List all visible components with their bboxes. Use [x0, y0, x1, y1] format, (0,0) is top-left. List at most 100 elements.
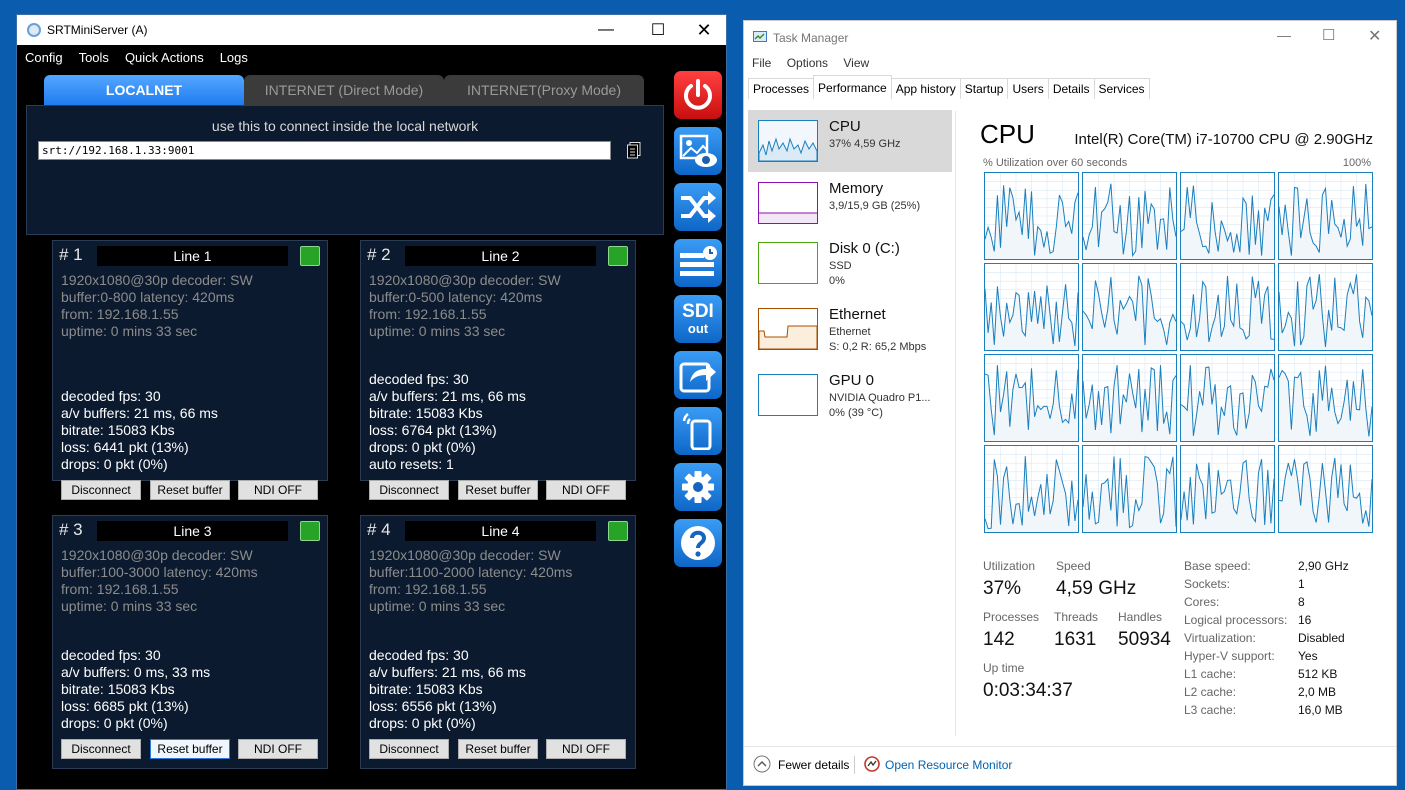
tab-internet-direct[interactable]: INTERNET (Direct Mode): [244, 75, 444, 105]
reset-buffer-button-1[interactable]: Reset buffer: [150, 480, 230, 500]
line-stat: a/v buffers: 0 ms, 33 ms: [61, 664, 211, 680]
resource-name: Disk 0 (C:): [829, 240, 900, 257]
line-stat: decoded fps: 30: [369, 371, 469, 387]
line-stat: bitrate: 15083 Kbs: [61, 681, 175, 697]
line-stat: decoded fps: 30: [61, 647, 161, 663]
spec-label: Base speed:: [1184, 559, 1251, 573]
help-button[interactable]: [674, 519, 722, 567]
line-stat: a/v buffers: 21 ms, 66 ms: [61, 405, 218, 421]
close-button[interactable]: ✕: [681, 15, 726, 45]
core-graph: [1082, 354, 1177, 442]
resource-ethernet[interactable]: Ethernet Ethernet S: 0,2 R: 65,2 Mbps: [748, 298, 952, 360]
line-stat: loss: 6685 pkt (13%): [61, 698, 189, 714]
menu-tools[interactable]: Tools: [79, 50, 109, 65]
share-button[interactable]: [674, 351, 722, 399]
tm-tab-strip: Processes Performance App history Startu…: [748, 75, 1150, 99]
ndi-off-button-3[interactable]: NDI OFF: [238, 739, 318, 759]
tab-details[interactable]: Details: [1047, 78, 1095, 99]
fewer-details-link[interactable]: Fewer details: [778, 758, 849, 772]
tab-services[interactable]: Services: [1093, 78, 1150, 99]
tm-titlebar[interactable]: Task Manager — ☐ ✕: [744, 21, 1396, 53]
resource-name: CPU: [829, 118, 861, 135]
srt-titlebar[interactable]: SRTMiniServer (A) — ☐ ✕: [17, 15, 726, 45]
core-graph: [984, 172, 1079, 260]
line-number: # 2: [367, 245, 391, 264]
line-name: Line 1: [97, 246, 288, 266]
preview-button[interactable]: [674, 127, 722, 175]
line-panel-3: # 3 Line 3 1920x1080@30p decoder: SW buf…: [52, 515, 328, 769]
minimize-button[interactable]: —: [583, 15, 629, 45]
maximize-button[interactable]: ☐: [635, 15, 681, 45]
disconnect-button-3[interactable]: Disconnect: [61, 739, 141, 759]
tm-maximize-button[interactable]: ☐: [1322, 26, 1335, 44]
image-preview-icon: [679, 134, 717, 167]
line-info: from: 192.168.1.55: [61, 581, 179, 597]
settings-button[interactable]: [674, 463, 722, 511]
line-stat: decoded fps: 30: [61, 388, 161, 404]
ndi-off-button-4[interactable]: NDI OFF: [546, 739, 626, 759]
resource-sub: 37% 4,59 GHz: [829, 138, 901, 150]
line-stat: loss: 6556 pkt (13%): [369, 698, 497, 714]
core-graph: [1278, 172, 1373, 260]
processes-value: 142: [983, 629, 1015, 650]
copy-icon[interactable]: [627, 142, 641, 159]
line-info: 1920x1080@30p decoder: SW: [369, 272, 561, 288]
line-stat: decoded fps: 30: [369, 647, 469, 663]
ndi-off-button-1[interactable]: NDI OFF: [238, 480, 318, 500]
fewer-details-icon[interactable]: [753, 755, 771, 773]
resource-disk[interactable]: Disk 0 (C:) SSD 0%: [748, 232, 952, 294]
core-graph: [1278, 354, 1373, 442]
schedule-button[interactable]: [674, 239, 722, 287]
tm-menubar: File Options View: [752, 56, 881, 70]
line-stat: auto resets: 1: [369, 456, 454, 472]
line-panel-2: # 2 Line 2 1920x1080@30p decoder: SW buf…: [360, 240, 636, 481]
core-graph: [1082, 445, 1177, 533]
disconnect-button-1[interactable]: Disconnect: [61, 480, 141, 500]
disconnect-button-2[interactable]: Disconnect: [369, 480, 449, 500]
open-resource-monitor-link[interactable]: Open Resource Monitor: [885, 758, 1012, 772]
line-number: # 3: [59, 520, 83, 539]
tab-internet-proxy[interactable]: INTERNET(Proxy Mode): [444, 75, 644, 105]
menu-options[interactable]: Options: [787, 56, 828, 70]
power-icon: [684, 79, 712, 110]
shuffle-button[interactable]: [674, 183, 722, 231]
line-name: Line 2: [405, 246, 596, 266]
tab-performance[interactable]: Performance: [813, 75, 892, 99]
reset-buffer-button-3[interactable]: Reset buffer: [150, 739, 230, 759]
task-manager-window: Task Manager — ☐ ✕ File Options View Pro…: [743, 20, 1397, 786]
menu-file[interactable]: File: [752, 56, 771, 70]
resource-sub: NVIDIA Quadro P1...: [829, 392, 931, 404]
disk-thumbnail: [758, 242, 818, 284]
menu-view[interactable]: View: [843, 56, 869, 70]
tab-startup[interactable]: Startup: [959, 78, 1009, 99]
resource-cpu[interactable]: CPU 37% 4,59 GHz: [748, 110, 952, 172]
processes-label: Processes: [983, 610, 1040, 624]
disconnect-button-4[interactable]: Disconnect: [369, 739, 449, 759]
tab-app-history[interactable]: App history: [890, 78, 961, 99]
mobile-button[interactable]: [674, 407, 722, 455]
tm-minimize-button[interactable]: —: [1277, 27, 1291, 43]
resource-gpu[interactable]: GPU 0 NVIDIA Quadro P1... 0% (39 °C): [748, 364, 952, 426]
ndi-off-button-2[interactable]: NDI OFF: [546, 480, 626, 500]
srt-url-field[interactable]: srt://192.168.1.33:9001: [38, 141, 611, 160]
resource-memory[interactable]: Memory 3,9/15,9 GB (25%): [748, 172, 952, 234]
spec-value: 16,0 MB: [1298, 703, 1343, 717]
tab-processes[interactable]: Processes: [748, 78, 815, 99]
menu-config[interactable]: Config: [25, 50, 63, 65]
reset-buffer-button-2[interactable]: Reset buffer: [458, 480, 538, 500]
reset-buffer-button-4[interactable]: Reset buffer: [458, 739, 538, 759]
resource-name: Memory: [829, 180, 884, 197]
status-led: [608, 246, 628, 266]
tm-close-button[interactable]: ✕: [1368, 26, 1381, 46]
sdi-out-button[interactable]: SDI out: [674, 295, 722, 343]
core-graph: [1180, 445, 1275, 533]
speed-label: Speed: [1056, 559, 1091, 573]
line-stat: loss: 6441 pkt (13%): [61, 439, 189, 455]
srt-menubar: Config Tools Quick Actions Logs: [17, 45, 726, 69]
menu-logs[interactable]: Logs: [220, 50, 248, 65]
menu-quick-actions[interactable]: Quick Actions: [125, 50, 204, 65]
tab-users[interactable]: Users: [1007, 78, 1049, 99]
power-button[interactable]: [674, 71, 722, 119]
tab-localnet[interactable]: LOCALNET: [44, 75, 244, 105]
line-info: uptime: 0 mins 33 sec: [61, 598, 198, 614]
